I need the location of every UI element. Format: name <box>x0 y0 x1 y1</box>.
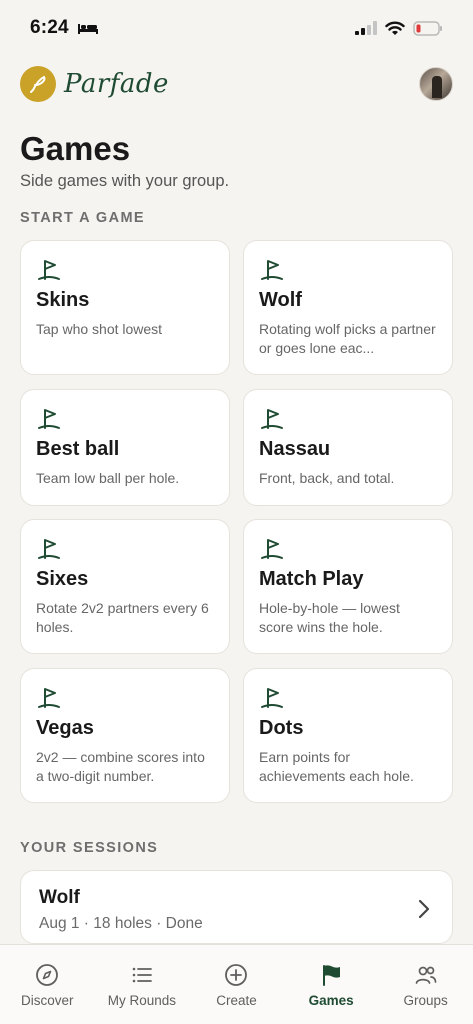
game-card-title: Sixes <box>36 568 89 590</box>
game-card-description: Hole-by-hole — lowest score wins the hol… <box>259 600 400 635</box>
game-card-title: Best ball <box>36 438 120 460</box>
game-card-description: 2v2 — combine scores into a two-digit nu… <box>36 749 205 784</box>
game-card-title: Skins <box>36 289 90 311</box>
chevron-right-icon <box>418 899 430 919</box>
golf-flag-icon <box>38 539 60 559</box>
golf-flag-icon <box>38 409 60 429</box>
status-left: 6:24 <box>30 17 99 39</box>
game-card-vegas[interactable]: Vegas 2v2 — combine scores into a two-di… <box>20 668 230 803</box>
game-card-description: Rotate 2v2 partners every 6 holes. <box>36 600 209 635</box>
compass-icon <box>36 964 59 986</box>
page-title: Games <box>20 130 131 167</box>
game-card-title: Vegas <box>36 717 94 739</box>
game-card-title: Nassau <box>259 438 331 460</box>
sleep-bed-icon <box>77 24 98 34</box>
game-card-title: Match Play <box>259 568 364 590</box>
game-card-nassau[interactable]: Nassau Front, back, and total. <box>243 389 453 506</box>
tab-games[interactable]: Games <box>286 963 376 1008</box>
game-card-match-play[interactable]: Match Play Hole-by-hole — lowest score w… <box>243 519 453 654</box>
game-card-description: Front, back, and total. <box>259 470 395 486</box>
golf-flag-icon <box>38 260 60 280</box>
game-card-best-ball[interactable]: Best ball Team low ball per hole. <box>20 389 230 506</box>
tab-my-rounds[interactable]: My Rounds <box>97 963 187 1008</box>
list-icon <box>132 967 152 983</box>
tab-label: Games <box>308 993 354 1008</box>
section-label-your-sessions: YOUR SESSIONS <box>20 840 159 856</box>
tab-label: Create <box>216 993 257 1008</box>
game-card-wolf[interactable]: Wolf Rotating wolf picks a partner or go… <box>243 240 453 375</box>
tab-create[interactable]: Create <box>191 963 281 1008</box>
cellular-signal-icon <box>355 21 377 35</box>
tab-discover[interactable]: Discover <box>2 963 92 1008</box>
game-card-skins[interactable]: Skins Tap who shot lowest <box>20 240 230 375</box>
flag-icon <box>323 965 341 986</box>
status-right <box>355 20 443 36</box>
session-card[interactable]: Wolf Aug 1 · 18 holes · Done <box>20 870 453 944</box>
game-card-description: Team low ball per hole. <box>36 470 180 486</box>
session-meta: Aug 1 · 18 holes · Done <box>39 915 203 932</box>
brand[interactable]: Parfade <box>20 66 169 102</box>
golf-flag-icon <box>261 688 283 708</box>
battery-low-icon <box>413 20 442 36</box>
game-card-description: Tap who shot lowest <box>36 321 163 337</box>
game-card-sixes[interactable]: Sixes Rotate 2v2 partners every 6 holes. <box>20 519 230 654</box>
section-label-start-game: START A GAME <box>20 210 146 226</box>
avatar[interactable] <box>419 67 453 101</box>
page-subtitle: Side games with your group. <box>20 172 230 190</box>
game-card-title: Dots <box>259 717 304 739</box>
tab-groups[interactable]: Groups <box>381 963 471 1008</box>
tab-bar: Discover My Rounds Create Games Groups <box>0 944 473 1024</box>
tab-label: Discover <box>21 993 74 1008</box>
app-header: Parfade <box>20 62 453 106</box>
people-icon <box>415 966 437 984</box>
golf-flag-icon <box>261 260 283 280</box>
tab-label: Groups <box>403 993 448 1008</box>
wifi-icon <box>385 21 405 35</box>
golf-flag-icon <box>261 409 283 429</box>
golf-flag-icon <box>261 539 283 559</box>
game-card-dots[interactable]: Dots Earn points for achievements each h… <box>243 668 453 803</box>
status-time: 6:24 <box>30 17 69 38</box>
brand-name: Parfade <box>64 69 169 99</box>
game-card-title: Wolf <box>259 289 302 311</box>
plus-circle-icon <box>225 964 248 986</box>
game-card-description: Earn points for achievements each hole. <box>259 749 414 784</box>
game-card-description: Rotating wolf picks a partner or goes lo… <box>259 321 436 356</box>
status-bar: 6:24 <box>0 0 473 56</box>
parfade-logo-icon <box>20 66 56 102</box>
golf-flag-icon <box>38 688 60 708</box>
tab-label: My Rounds <box>107 993 177 1008</box>
session-title: Wolf <box>39 887 80 908</box>
